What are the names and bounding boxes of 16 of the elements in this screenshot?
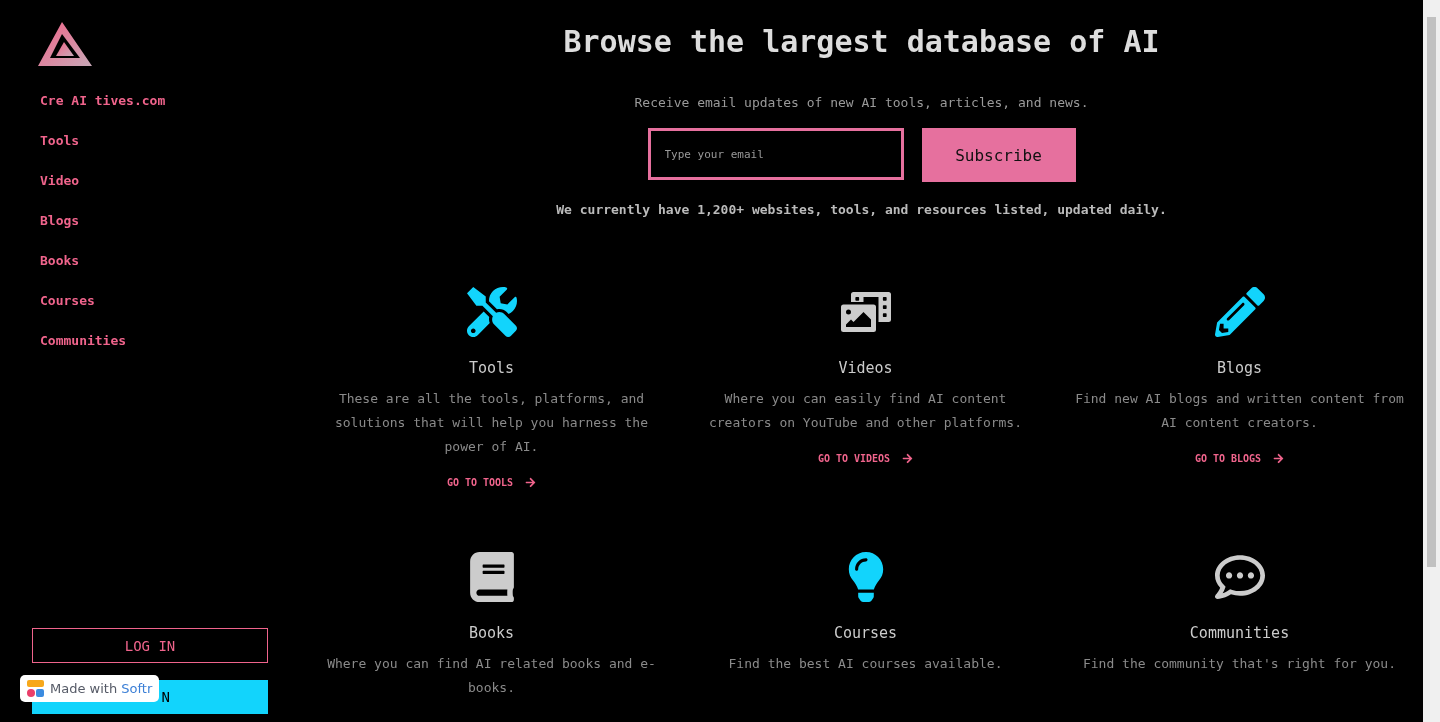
card-title: Blogs — [1216, 359, 1263, 377]
card-description: Find the best AI courses available. — [728, 655, 1003, 673]
card-title: Courses — [833, 624, 898, 642]
card-description: These are all the tools, platforms, and solutions that will help you harness the power of AI. — [333, 390, 650, 456]
subtitle: Receive email updates of new AI tools, articles, and news. — [634, 95, 1089, 110]
card-description: Find new AI blogs and written content from AI content creators. — [1074, 390, 1405, 432]
card-description: Where you can find AI related books and e-books. — [326, 655, 657, 697]
card-description: Where you can easily find AI content creators on YouTube and other platforms. — [707, 390, 1024, 432]
badge-text: Made with Softr — [50, 681, 153, 696]
card-description: Find the community that's right for you. — [1082, 655, 1397, 673]
card-title: Communities — [1189, 624, 1290, 642]
page-title: Browse the largest database of AI — [563, 24, 1160, 59]
card-title: Books — [468, 624, 515, 642]
card-title: Tools — [468, 359, 515, 377]
card-title: Videos — [838, 359, 893, 377]
listing-note: We currently have 1,200+ websites, tools, and resources listed, updated daily. — [556, 202, 1167, 217]
